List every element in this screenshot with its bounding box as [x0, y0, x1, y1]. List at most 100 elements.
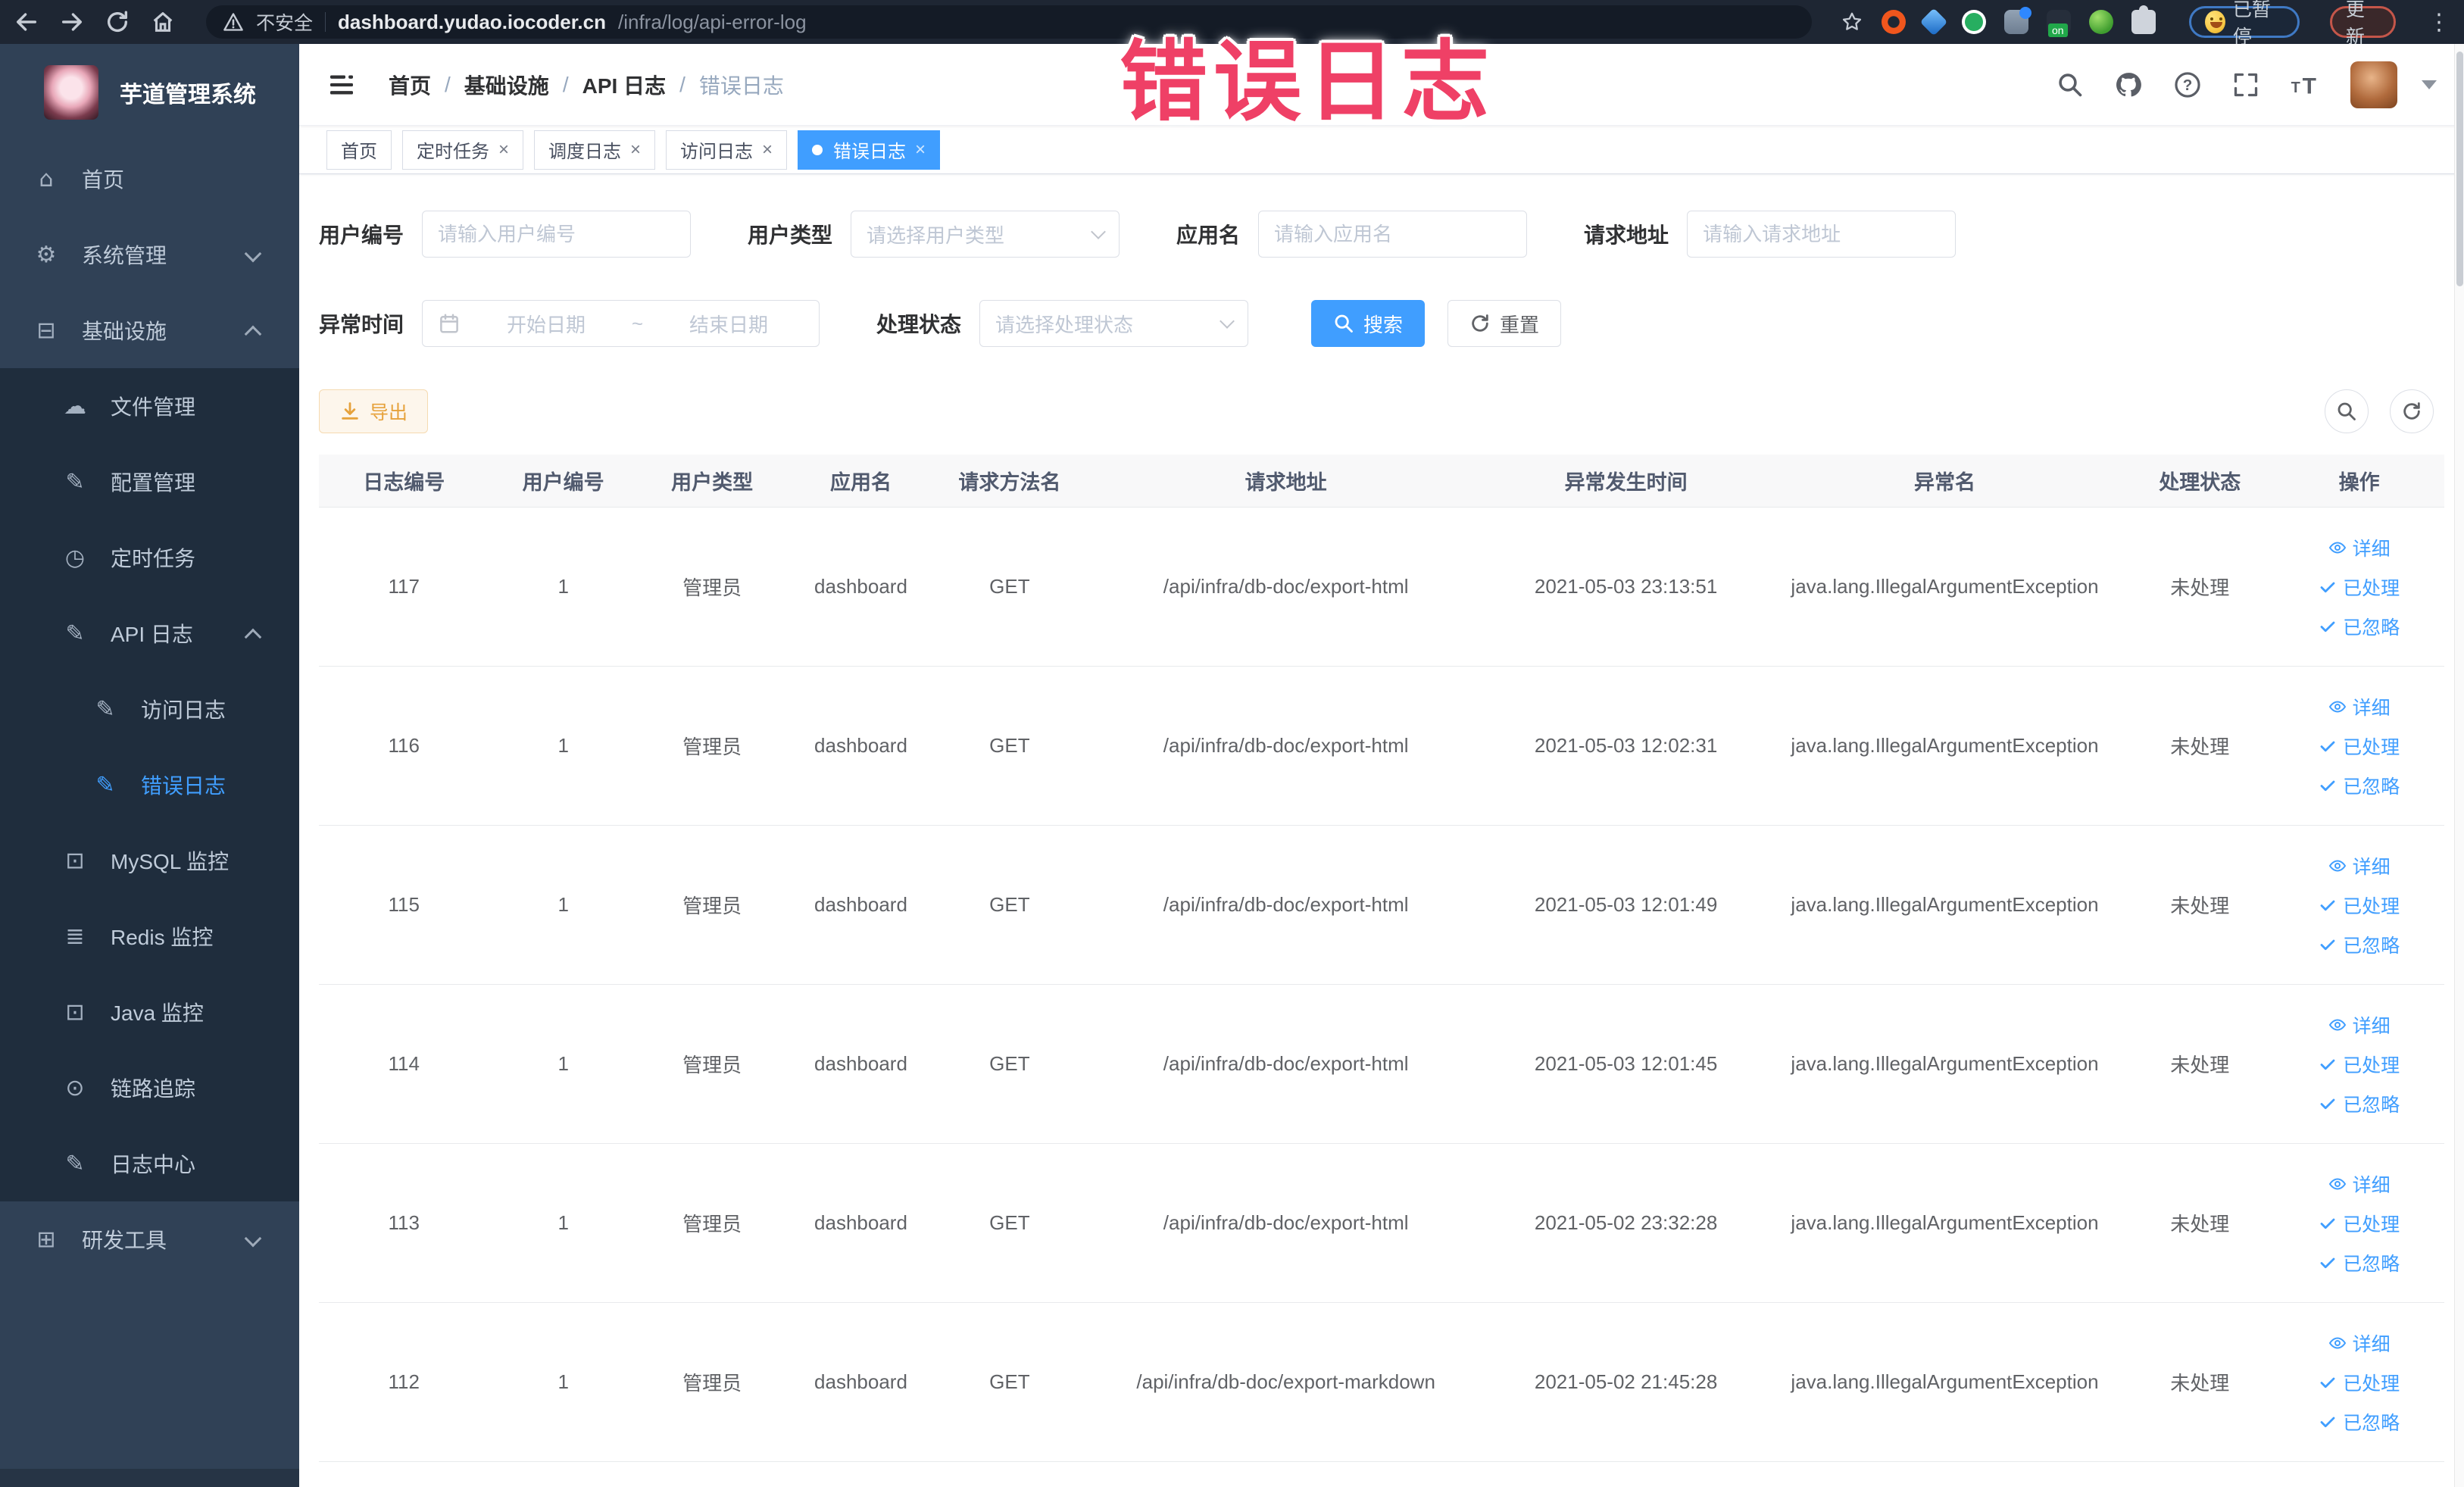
extensions-puzzle-icon[interactable] — [2131, 5, 2156, 34]
extension-icon-leaf[interactable] — [2089, 10, 2113, 34]
browser-reload-icon[interactable] — [105, 9, 130, 35]
sidebar-menu-item[interactable]: ≣ Redis 监控 — [0, 898, 299, 974]
cell-request-url: /api/infra/db-doc/export-html — [1163, 734, 1409, 757]
tab-close-icon[interactable]: × — [762, 140, 773, 159]
search-button[interactable]: 搜索 — [1311, 300, 1426, 347]
page-scrollbar[interactable] — [2454, 44, 2464, 1487]
not-secure-warning-icon — [223, 11, 244, 33]
request-url-input[interactable] — [1703, 222, 1941, 246]
extension-icon-grid[interactable] — [2004, 7, 2031, 34]
extension-icon-gem[interactable] — [1919, 8, 1948, 36]
address-bar[interactable]: 不安全 dashboard.yudao.iocoder.cn/infra/log… — [206, 5, 1812, 39]
date-start-placeholder: 开始日期 — [506, 313, 586, 336]
sidebar-menu-item[interactable]: ✎ 日志中心 — [0, 1126, 299, 1201]
mark-ignored-link[interactable]: 已忽略 — [2319, 1090, 2400, 1117]
mark-processed-link[interactable]: 已处理 — [2319, 1210, 2400, 1237]
export-button[interactable]: 导出 — [319, 389, 429, 433]
page-tab[interactable]: 错误日志 × — [798, 130, 941, 170]
mark-ignored-link[interactable]: 已忽略 — [2319, 1408, 2400, 1435]
breadcrumb-item[interactable]: 首页 — [389, 70, 431, 100]
user-menu-caret-icon[interactable] — [2422, 80, 2437, 89]
github-icon[interactable] — [2114, 70, 2143, 99]
browser-forward-icon[interactable] — [59, 9, 85, 35]
filter-app-name: 应用名 — [1176, 211, 1528, 258]
scrollbar-thumb[interactable] — [2456, 52, 2463, 286]
tab-close-icon[interactable]: × — [915, 140, 926, 159]
sidebar-menu-item[interactable]: ✎ 访问日志 — [0, 671, 299, 747]
docs-help-icon[interactable] — [2173, 70, 2202, 99]
bookmark-star-icon[interactable] — [1841, 11, 1863, 33]
breadcrumb-item[interactable]: API 日志 — [582, 70, 666, 100]
cell-log-id: 114 — [388, 1052, 420, 1075]
sidebar-menu-item[interactable]: ☁ 文件管理 — [0, 368, 299, 444]
mark-ignored-link[interactable]: 已忽略 — [2319, 613, 2400, 640]
detail-link[interactable]: 详细 — [2328, 693, 2391, 720]
detail-link[interactable]: 详细 — [2328, 1329, 2391, 1357]
sidebar-menu-item[interactable]: ✎ API 日志 — [0, 595, 299, 671]
check-icon — [2319, 1254, 2337, 1272]
mark-processed-link[interactable]: 已处理 — [2319, 1051, 2400, 1078]
sidebar-menu-item[interactable]: ✎ 错误日志 — [0, 747, 299, 823]
tab-close-icon[interactable]: × — [498, 140, 509, 159]
update-button[interactable]: 更新 — [2329, 0, 2396, 48]
sidebar-menu-item[interactable]: ⊟ 基础设施 — [0, 292, 299, 368]
sidebar-logo[interactable]: 芋道管理系统 — [0, 44, 299, 141]
date-range-separator: ~ — [631, 311, 644, 335]
browser-menu-icon[interactable]: ⋮ — [2428, 9, 2450, 36]
breadcrumb-item[interactable]: 基础设施 — [464, 70, 549, 100]
search-icon[interactable] — [2056, 71, 2084, 98]
sidebar-menu-item[interactable]: ⊞ 研发工具 — [0, 1201, 299, 1277]
detail-link[interactable]: 详细 — [2328, 1011, 2391, 1039]
user-avatar[interactable] — [2350, 61, 2397, 108]
mark-processed-link[interactable]: 已处理 — [2319, 892, 2400, 919]
sidebar-menu-item[interactable]: ⊙ 链路追踪 — [0, 1050, 299, 1126]
cell-user-id: 1 — [557, 1211, 569, 1234]
menu-item-label: 首页 — [82, 168, 125, 192]
sidebar-menu-item[interactable]: ⌂ 首页 — [0, 141, 299, 217]
font-size-icon[interactable] — [2290, 70, 2320, 100]
sidebar-menu-item[interactable]: ⊡ MySQL 监控 — [0, 823, 299, 898]
detail-link[interactable]: 详细 — [2328, 1170, 2391, 1198]
cell-app-name: dashboard — [814, 893, 907, 916]
mark-ignored-link[interactable]: 已忽略 — [2319, 772, 2400, 799]
toggle-search-button[interactable] — [2325, 389, 2369, 433]
cell-request-url: /api/infra/db-doc/export-html — [1163, 575, 1409, 598]
cell-status: 未处理 — [2170, 576, 2230, 599]
cell-status: 未处理 — [2170, 1054, 2230, 1076]
app-name-input[interactable] — [1274, 222, 1512, 246]
cell-exception-name: java.lang.IllegalArgumentException — [1791, 893, 2099, 916]
check-icon — [2319, 1214, 2337, 1232]
process-status-select[interactable]: 请选择处理状态 — [979, 300, 1249, 347]
browser-home-icon[interactable] — [150, 9, 176, 35]
page-tab[interactable]: 访问日志 × — [666, 130, 788, 170]
extension-icon-green-check[interactable] — [1962, 10, 1986, 34]
hamburger-icon[interactable] — [326, 70, 357, 100]
detail-link[interactable]: 详细 — [2328, 534, 2391, 561]
user-type-select[interactable]: 请选择用户类型 — [851, 211, 1120, 258]
date-range-picker[interactable]: 开始日期 ~ 结束日期 — [422, 300, 820, 347]
sidebar-menu-item[interactable]: ⚙ 系统管理 — [0, 217, 299, 292]
cell-app-name: dashboard — [814, 1052, 907, 1075]
reset-button[interactable]: 重置 — [1447, 300, 1562, 347]
sidebar-menu-item[interactable]: ⊡ Java 监控 — [0, 974, 299, 1050]
user-id-input[interactable] — [438, 222, 676, 246]
mark-ignored-link[interactable]: 已忽略 — [2319, 931, 2400, 958]
mark-processed-link[interactable]: 已处理 — [2319, 733, 2400, 760]
extension-icon-orange[interactable] — [1882, 10, 1906, 34]
page-tab[interactable]: 调度日志 × — [534, 130, 656, 170]
refresh-table-button[interactable] — [2390, 389, 2434, 433]
page-tab[interactable]: 定时任务 × — [402, 130, 524, 170]
fullscreen-icon[interactable] — [2232, 71, 2259, 98]
extension-icon-switch[interactable]: on — [2047, 10, 2071, 37]
paused-badge[interactable]: 已暂停 — [2189, 0, 2300, 48]
mark-processed-link[interactable]: 已处理 — [2319, 1369, 2400, 1396]
sidebar-menu-item[interactable]: ◷ 定时任务 — [0, 520, 299, 595]
detail-link[interactable]: 详细 — [2328, 852, 2391, 879]
tab-close-icon[interactable]: × — [630, 140, 641, 159]
mark-processed-link[interactable]: 已处理 — [2319, 573, 2400, 601]
breadcrumb-item[interactable]: 错误日志 — [699, 70, 784, 100]
browser-back-icon[interactable] — [14, 9, 39, 35]
sidebar-menu-item[interactable]: ✎ 配置管理 — [0, 444, 299, 520]
mark-ignored-link[interactable]: 已忽略 — [2319, 1249, 2400, 1276]
page-tab[interactable]: 首页 × — [326, 130, 392, 170]
